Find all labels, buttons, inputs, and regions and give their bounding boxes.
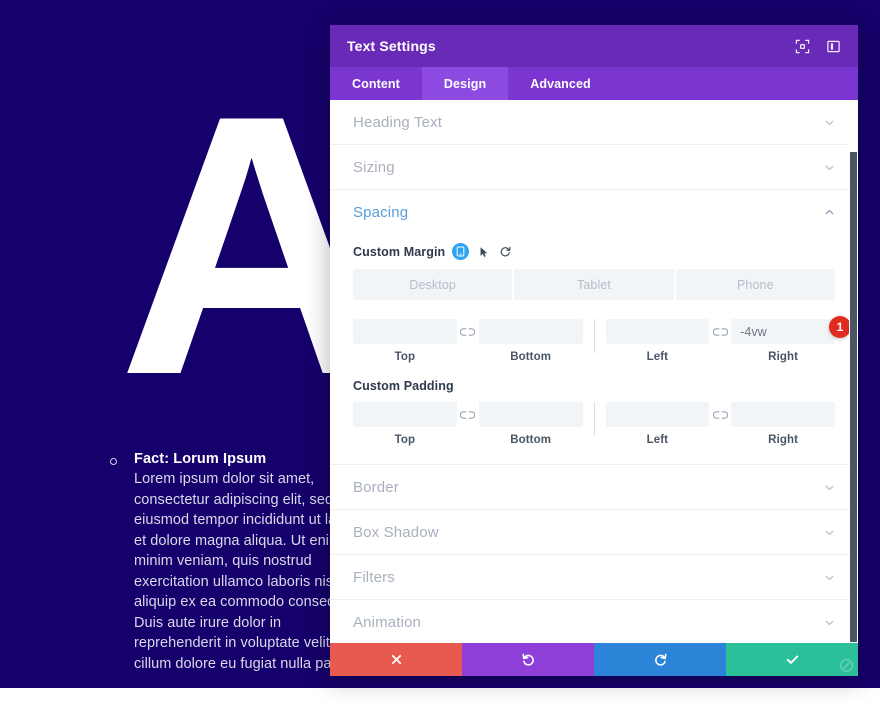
chevron-down-icon (822, 525, 836, 539)
chevron-up-icon (822, 206, 836, 220)
margin-horizontal-group: Left 1 Right (605, 316, 851, 363)
custom-padding-label: Custom Padding (353, 379, 454, 393)
check-icon (785, 652, 800, 667)
custom-margin-header: Custom Margin (353, 235, 835, 269)
chevron-down-icon (822, 115, 836, 129)
modal-header-actions (794, 38, 842, 55)
reset-icon[interactable] (498, 244, 513, 259)
link-top-bottom-icon[interactable] (457, 402, 479, 427)
screen: A Fact: Lorum Ipsum Lorem ipsum dolor si… (0, 0, 880, 726)
padding-right-field: Right (731, 402, 835, 446)
hover-cursor-icon[interactable] (476, 244, 491, 259)
modal-footer (330, 643, 858, 676)
margin-bottom-input[interactable] (478, 319, 583, 344)
modal-header: Text Settings (330, 25, 858, 67)
section-box-shadow[interactable]: Box Shadow (330, 510, 858, 555)
undo-icon (521, 652, 536, 667)
fullscreen-icon[interactable] (794, 38, 811, 55)
margin-divider (593, 319, 595, 353)
section-spacing-label: Spacing (353, 204, 409, 221)
padding-top-field: Top (353, 402, 457, 446)
padding-top-input[interactable] (353, 402, 457, 427)
link-left-right-icon[interactable] (709, 402, 731, 427)
margin-top-caption: Top (394, 351, 416, 363)
padding-divider (593, 402, 595, 436)
padding-horizontal-group: Left Right (605, 402, 835, 446)
undo-button[interactable] (462, 643, 594, 676)
custom-margin-label: Custom Margin (353, 244, 446, 259)
padding-left-caption: Left (646, 434, 669, 446)
margin-bottom-caption: Bottom (510, 351, 552, 363)
split-view-icon[interactable] (825, 38, 842, 55)
device-tab-phone[interactable]: Phone (675, 269, 835, 300)
section-sizing[interactable]: Sizing (330, 145, 858, 190)
padding-left-field: Left (605, 402, 710, 446)
padding-fields-row: Top Bottom Left Right (353, 402, 835, 446)
spacing-panel: Custom Margin Desktop Tablet Phone Top B… (330, 235, 858, 465)
resize-handle-icon[interactable] (837, 656, 855, 674)
padding-right-caption: Right (768, 434, 799, 446)
section-box-shadow-label: Box Shadow (353, 523, 439, 541)
margin-top-input[interactable] (353, 319, 457, 344)
chevron-down-icon (822, 570, 836, 584)
tab-advanced[interactable]: Advanced (508, 67, 613, 100)
device-tab-desktop[interactable]: Desktop (353, 269, 513, 300)
redo-button[interactable] (594, 643, 726, 676)
tab-design[interactable]: Design (421, 67, 509, 100)
cancel-button[interactable] (330, 643, 462, 676)
responsive-toggle-icon[interactable] (452, 243, 470, 260)
link-left-right-icon[interactable] (709, 319, 731, 344)
bullet-icon (110, 458, 117, 465)
vertical-scrollbar[interactable] (849, 100, 858, 643)
status-badge: 1 (829, 316, 851, 338)
margin-left-caption: Left (646, 351, 669, 363)
padding-left-input[interactable] (605, 402, 710, 427)
margin-right-field: 1 Right (731, 316, 851, 363)
modal-tab-bar: Content Design Advanced (330, 67, 858, 100)
redo-icon (653, 652, 668, 667)
margin-left-field: Left (605, 319, 710, 363)
chevron-down-icon (822, 160, 836, 174)
margin-fields-row: Top Bottom Left -4vw 1 Right (353, 316, 851, 363)
section-heading-text-label: Heading Text (353, 113, 443, 131)
modal-body: Heading Text Sizing Spacing Custom Margi… (330, 100, 858, 643)
section-spacing[interactable]: Spacing (330, 190, 858, 235)
padding-bottom-field: Bottom (478, 402, 583, 446)
section-border-label: Border (353, 478, 399, 496)
settings-scroll-area: Heading Text Sizing Spacing Custom Margi… (330, 100, 858, 643)
section-heading-text[interactable]: Heading Text (330, 100, 858, 145)
margin-device-tabs: Desktop Tablet Phone (353, 269, 835, 300)
chevron-down-icon (822, 480, 836, 494)
section-sizing-label: Sizing (353, 158, 395, 176)
chevron-down-icon (822, 615, 836, 629)
section-animation-label: Animation (353, 613, 422, 631)
link-top-bottom-icon[interactable] (457, 319, 479, 344)
margin-left-input[interactable] (605, 319, 710, 344)
device-tab-tablet[interactable]: Tablet (514, 269, 674, 300)
padding-bottom-input[interactable] (478, 402, 583, 427)
section-filters[interactable]: Filters (330, 555, 858, 600)
margin-bottom-field: Bottom (478, 319, 583, 363)
scrollbar-thumb[interactable] (850, 152, 857, 642)
section-filters-label: Filters (353, 568, 395, 586)
close-icon (390, 653, 403, 666)
margin-vertical-group: Top Bottom (353, 319, 583, 363)
padding-right-input[interactable] (731, 402, 835, 427)
text-settings-modal: Text Settings Content Design Advanced He… (330, 25, 858, 676)
padding-vertical-group: Top Bottom (353, 402, 583, 446)
tab-content[interactable]: Content (330, 67, 422, 100)
margin-right-caption: Right (768, 351, 799, 363)
margin-right-input[interactable] (731, 319, 835, 344)
margin-top-field: Top (353, 319, 457, 363)
padding-top-caption: Top (394, 434, 416, 446)
section-animation[interactable]: Animation (330, 600, 858, 643)
modal-title: Text Settings (347, 38, 436, 54)
section-border[interactable]: Border (330, 465, 858, 510)
padding-bottom-caption: Bottom (510, 434, 552, 446)
